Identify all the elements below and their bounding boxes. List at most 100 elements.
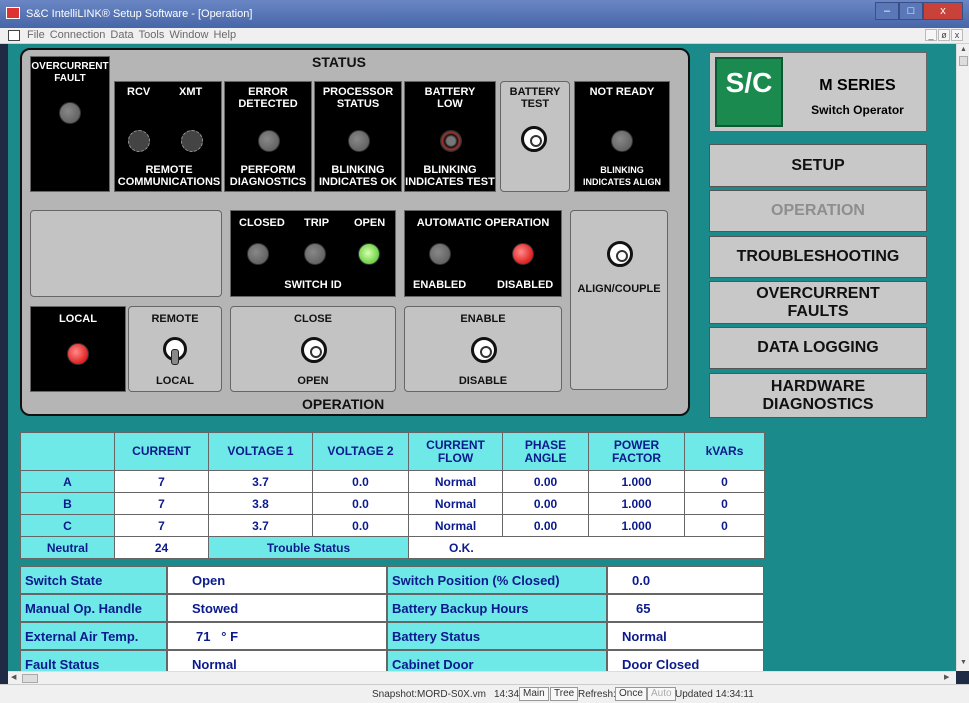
cabinet-door-value: Door Closed [607,650,764,671]
battery-test-button[interactable] [521,126,547,152]
local-block: LOCAL [30,306,126,392]
document-icon[interactable] [8,30,20,41]
trouble-status-value: O.K. [408,536,765,559]
app-icon [6,7,20,19]
tree-button[interactable]: Tree [550,687,579,701]
status-header: STATUS [312,54,366,70]
scroll-up-icon[interactable]: ▲ [960,46,967,53]
operation-button[interactable]: OPERATION [709,190,927,232]
local-remote-toggle[interactable] [163,337,187,367]
rcv-lamp [128,130,150,152]
menu-help[interactable]: Help [213,29,236,41]
table-cell: 3.8 [208,492,313,515]
operation-header: OPERATION [302,396,385,412]
manual-op-value: Stowed [167,594,387,622]
battery-test-label: BATTERY TEST [509,86,561,110]
rcv-label: RCV [127,86,151,98]
processor-status-label: PROCESSOR STATUS [322,86,394,110]
time-text: 14:34 [494,689,520,700]
error-detected-block: ERROR DETECTED PERFORM DIAGNOSTICS [224,81,312,192]
brand-box: S/C M SERIES Switch Operator [709,52,927,132]
auto-operation-label: AUTOMATIC OPERATION [416,217,550,229]
header-voltage1: VOLTAGE 1 [208,432,313,471]
troubleshooting-button[interactable]: TROUBLESHOOTING [709,236,927,278]
close-open-button[interactable] [301,337,327,363]
disabled-lamp [512,243,534,265]
local-label: LOCAL [59,313,97,325]
scroll-right-icon[interactable]: ▶ [944,673,949,681]
xmt-label: XMT [179,86,203,98]
header-current: CURRENT [114,432,209,471]
mdi-restore-button[interactable]: ø [938,29,950,41]
table-row: A 7 3.7 0.0 Normal 0.00 1.000 0 [20,470,765,493]
status-bar: Snapshot:MORD-S0X.vm 14:34 Main Tree Ref… [0,684,969,703]
scroll-down-icon[interactable]: ▼ [960,659,967,666]
neutral-label: Neutral [20,536,115,559]
menu-window[interactable]: Window [169,29,208,41]
phase-label: C [20,514,115,537]
local-remote-switch-box: REMOTE LOCAL [128,306,222,392]
fault-status-value: Normal [167,650,387,671]
remote-comm-block: RCV XMT REMOTE COMMUNICATIONS [114,81,222,192]
menu-data[interactable]: Data [110,29,133,41]
switch-id-label: SWITCH ID [284,279,342,291]
enable-disable-box: ENABLE DISABLE [404,306,562,392]
manual-op-label: Manual Op. Handle [20,594,167,622]
info-row: Switch State Open Switch Position (% Clo… [20,566,764,594]
data-logging-button[interactable]: DATA LOGGING [709,327,927,369]
maximize-button[interactable]: □ [899,2,923,20]
menu-file[interactable]: File [27,29,45,41]
mdi-minimize-button[interactable]: _ [925,29,937,41]
error-detected-lamp [258,130,280,152]
enable-label: ENABLE [460,313,506,325]
overcurrent-faults-button[interactable]: OVERCURRENT FAULTS [709,281,927,324]
minimize-button[interactable]: – [875,2,899,20]
local-lamp [67,343,89,365]
window-controls: – □ x [875,2,963,20]
align-couple-button[interactable] [607,241,633,267]
table-cell: 0.0 [312,514,409,537]
switch-state-value: Open [167,566,387,594]
refresh-once-button[interactable]: Once [615,687,647,701]
table-cell: 7 [114,470,209,493]
battery-hours-value: 65 [607,594,764,622]
switch-position-value: 0.0 [607,566,764,594]
operation-screen: STATUS OVERCURRENT FAULT RCV XMT REMOTE … [8,44,956,671]
header-phase-angle: PHASE ANGLE [502,432,589,471]
close-button[interactable]: x [923,2,963,20]
blank-area [30,210,222,297]
main-button[interactable]: Main [519,687,549,701]
table-cell: Normal [408,470,503,493]
menu-connection[interactable]: Connection [50,29,106,41]
vertical-scrollbar[interactable]: ▲ ▼ [956,44,969,671]
snapshot-text: Snapshot:MORD-S0X.vm [372,689,486,700]
auto-operation-block: AUTOMATIC OPERATION ENABLED DISABLED [404,210,562,297]
cabinet-door-label: Cabinet Door [387,650,607,671]
menu-tools[interactable]: Tools [139,29,165,41]
hardware-diagnostics-button[interactable]: HARDWARE DIAGNOSTICS [709,373,927,418]
closed-lamp [247,243,269,265]
vertical-scroll-thumb[interactable] [959,56,968,66]
toggle-lever [171,349,179,365]
enable-disable-button[interactable] [471,337,497,363]
mdi-close-button[interactable]: x [951,29,963,41]
battery-hours-label: Battery Backup Hours [387,594,607,622]
switch-id-block: CLOSED TRIP OPEN SWITCH ID [230,210,396,297]
battery-low-label: BATTERY LOW [424,86,476,110]
close-label: CLOSE [294,313,332,325]
table-cell: 1.000 [588,470,685,493]
trip-lamp [304,243,326,265]
remote-comm-label: REMOTE COMMUNICATIONS [117,164,221,188]
scroll-left-icon[interactable]: ◀ [11,673,16,681]
battery-status-label: Battery Status [387,622,607,650]
phase-label: B [20,492,115,515]
refresh-auto-button[interactable]: Auto [647,687,676,701]
header-blank [20,432,115,471]
horizontal-scrollbar[interactable]: ◀ ▶ [8,671,956,684]
perform-diagnostics-label: PERFORM DIAGNOSTICS [229,164,307,188]
disable-label: DISABLE [458,375,508,387]
horizontal-scroll-thumb[interactable] [22,674,38,683]
overcurrent-fault-lamp [59,102,81,124]
setup-button[interactable]: SETUP [709,144,927,187]
table-cell: 1.000 [588,492,685,515]
